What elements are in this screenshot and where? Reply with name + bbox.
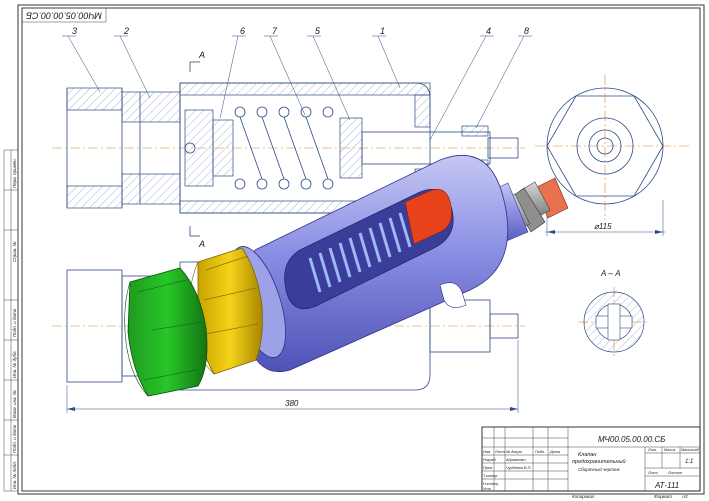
title-block: Изм. Лист № докум. Подп. Дата Разраб. Аб…: [481, 426, 701, 492]
strip-label-first-use: Перв. примен.: [12, 158, 17, 188]
callout-5: 5: [315, 26, 321, 36]
tb-header-scale: Масштаб: [681, 448, 700, 452]
left-binding-strip: Перв. примен. Справ. № Подп. и дата Инв.…: [3, 149, 19, 492]
tb-col-sheet: Лист: [494, 450, 505, 454]
callout-3: 3: [72, 26, 77, 36]
tb-role-checker: Пров.: [483, 466, 493, 470]
tb-header-lit: Лит.: [647, 448, 657, 452]
tb-role-approved: Утв.: [483, 487, 492, 491]
strip-label-sign-date-2: Подп. и дата: [12, 424, 17, 453]
valve-3d-render: [124, 155, 569, 397]
tb-col-date: Дата: [549, 450, 560, 454]
footer-format-value: А3: [681, 494, 688, 499]
callout-6: 6: [240, 26, 245, 36]
tb-role-tech-control: Т.контр.: [483, 474, 498, 478]
callout-8: 8: [524, 26, 529, 36]
callout-1: 1: [380, 26, 385, 36]
tb-role-developer: Разраб.: [483, 458, 497, 462]
dim-380-label: 380: [285, 399, 299, 408]
strip-label-ref-no: Справ. №: [12, 241, 17, 262]
tb-name-line2: предохранительный: [572, 458, 626, 465]
strip-label-sign-date-1: Подп. и дата: [12, 308, 17, 337]
top-rotated-number: МЧ00.05.00.00.СБ: [26, 11, 102, 21]
tb-checker-name: Чурбанов В.П.: [506, 466, 531, 470]
callout-2: 2: [123, 26, 129, 36]
strip-label-dup-inv: Инв. № дубл.: [12, 350, 17, 378]
body-3d: [230, 155, 509, 372]
tb-scale-value: 1:1: [685, 459, 693, 465]
tb-group: АТ-111: [654, 481, 679, 490]
tb-name-line1: Клапан: [578, 452, 596, 458]
footer-format: Формат: [654, 494, 672, 499]
tb-role-norm-control: Н.контр.: [483, 482, 499, 486]
dim-diameter-label: ⌀115: [594, 222, 612, 231]
tb-col-docno: № докум.: [506, 450, 523, 454]
tb-col-change: Изм.: [483, 450, 491, 454]
assembly-drawing-sheet: Перв. примен. Справ. № Подп. и дата Инв.…: [3, 4, 705, 499]
callout-7: 7: [272, 26, 278, 36]
tb-col-sign: Подп.: [535, 450, 545, 454]
section-a-a: А – А: [578, 269, 650, 358]
section-mark-bottom: А: [198, 239, 205, 249]
strip-label-orig-inv: Инв. № подл.: [12, 461, 17, 489]
tb-sheets-label: Листов: [667, 471, 682, 475]
strip-label-replace-inv: Взам. инв. №: [12, 390, 17, 418]
plug-3d: [124, 267, 208, 397]
callout-4: 4: [486, 26, 491, 36]
tb-header-mass: Масса: [664, 448, 675, 452]
tb-name-line3: Сборочный чертеж: [578, 466, 620, 472]
tb-sheet-label: Лист: [647, 471, 658, 475]
tb-developer-name: Абраменко: [505, 458, 526, 462]
tb-designation: МЧ00.05.00.00.СБ: [598, 435, 665, 444]
section-title: А – А: [600, 269, 621, 278]
section-mark-top: А: [198, 50, 205, 60]
footer-copied: Копировал: [572, 494, 595, 499]
